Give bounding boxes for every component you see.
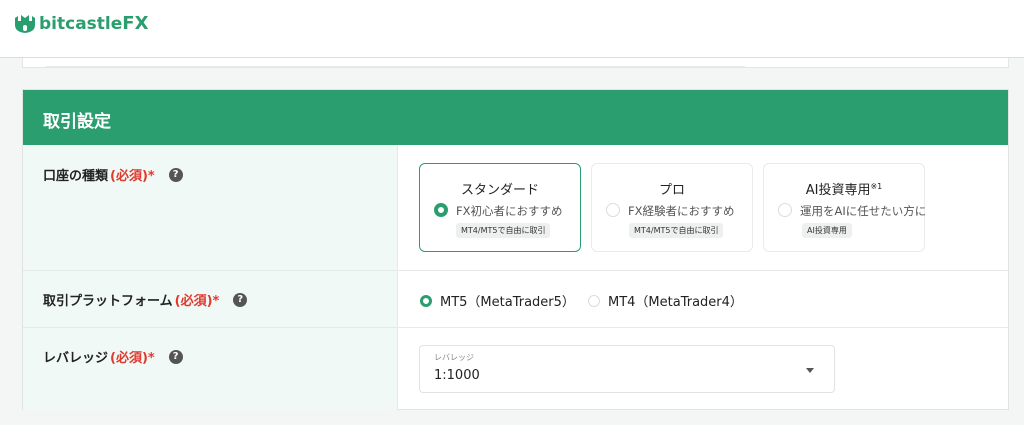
account-type-label: 口座の種類 (必須)* ? — [43, 165, 183, 184]
footnote-mark: ※1 — [870, 182, 883, 191]
brand-name-main: bitcastle — [39, 14, 123, 34]
radio-selected-icon[interactable] — [420, 294, 432, 307]
divider — [45, 66, 745, 67]
account-option-desc: FX経験者におすすめ — [628, 204, 735, 218]
leverage-select[interactable]: レバレッジ 1:1000 — [419, 345, 835, 393]
account-option-ai[interactable]: AI投資専用※1 運用をAIに任せたい方に AI投資専用 — [763, 163, 927, 252]
account-option-badge: AI投資専用 — [802, 223, 852, 238]
select-value: 1:1000 — [434, 368, 480, 383]
account-option-name-text: AI投資専用 — [805, 183, 871, 198]
help-icon[interactable]: ? — [233, 292, 248, 307]
leverage-label: レバレッジ (必須)* ? — [43, 347, 183, 366]
radio-unselected-icon[interactable] — [588, 294, 600, 307]
field-label-text: 口座の種類 — [43, 169, 109, 184]
account-option-pro[interactable]: プロ FX経験者におすすめ MT4/MT5で自由に取引 — [591, 163, 753, 252]
platform-option-label: MT4（MetaTrader4） — [608, 295, 743, 310]
account-option-name: スタンダード — [420, 179, 580, 198]
label-column — [23, 145, 398, 270]
account-option-badge: MT4/MT5で自由に取引 — [629, 223, 724, 238]
help-icon[interactable]: ? — [168, 167, 183, 182]
platform-option-label: MT5（MetaTrader5） — [440, 295, 575, 310]
help-icon[interactable]: ? — [168, 349, 183, 364]
radio-unselected-icon[interactable] — [778, 203, 792, 217]
section-header: 取引設定 — [23, 90, 1008, 145]
platform-option-mt4[interactable]: MT4（MetaTrader4） — [588, 291, 743, 310]
dropdown-arrow-icon[interactable] — [806, 368, 814, 373]
account-option-standard[interactable]: スタンダード FX初心者におすすめ MT4/MT5で自由に取引 — [419, 163, 581, 252]
brand-name: bitcastleFX — [39, 13, 148, 34]
account-option-desc: FX初心者におすすめ — [456, 204, 563, 218]
platform-option-mt5[interactable]: MT5（MetaTrader5） — [420, 291, 575, 310]
field-label-text: 取引プラットフォーム — [43, 294, 173, 309]
required-mark: (必須)* — [174, 294, 220, 309]
radio-selected-icon[interactable] — [434, 203, 448, 217]
account-option-name: AI投資専用※1 — [764, 179, 924, 198]
required-mark: (必須)* — [110, 351, 155, 366]
account-option-name: プロ — [592, 179, 752, 198]
radio-unselected-icon[interactable] — [606, 203, 620, 217]
account-option-name-text: スタンダード — [460, 183, 539, 198]
field-label-text: レバレッジ — [43, 351, 109, 366]
section-title: 取引設定 — [43, 112, 111, 132]
platform-label: 取引プラットフォーム (必須)* ? — [43, 290, 248, 309]
select-caption: レバレッジ — [434, 353, 474, 362]
account-option-badge: MT4/MT5で自由に取引 — [456, 223, 551, 238]
platform-row: 取引プラットフォーム (必須)* ? MT5（MetaTrader5） MT4（M… — [23, 270, 1008, 327]
top-header: bitcastleFX — [0, 0, 1024, 58]
leverage-row: レバレッジ (必須)* ? レバレッジ 1:1000 — [23, 327, 1008, 410]
required-mark: (必須)* — [110, 169, 155, 184]
castle-logo-icon — [15, 14, 35, 33]
label-column — [23, 328, 398, 410]
brand-name-fx: FX — [122, 13, 149, 34]
account-type-row: 口座の種類 (必須)* ? スタンダード FX初心者におすすめ MT4/MT5で自… — [23, 145, 1008, 270]
account-option-desc: 運用をAIに任せたい方に — [800, 204, 927, 218]
account-option-name-text: プロ — [658, 183, 685, 198]
trade-settings-card: 取引設定 口座の種類 (必須)* ? スタンダード FX初心者におすすめ MT4/… — [22, 89, 1009, 410]
brand-logo[interactable]: bitcastleFX — [14, 13, 148, 34]
previous-section-card — [22, 58, 1009, 68]
